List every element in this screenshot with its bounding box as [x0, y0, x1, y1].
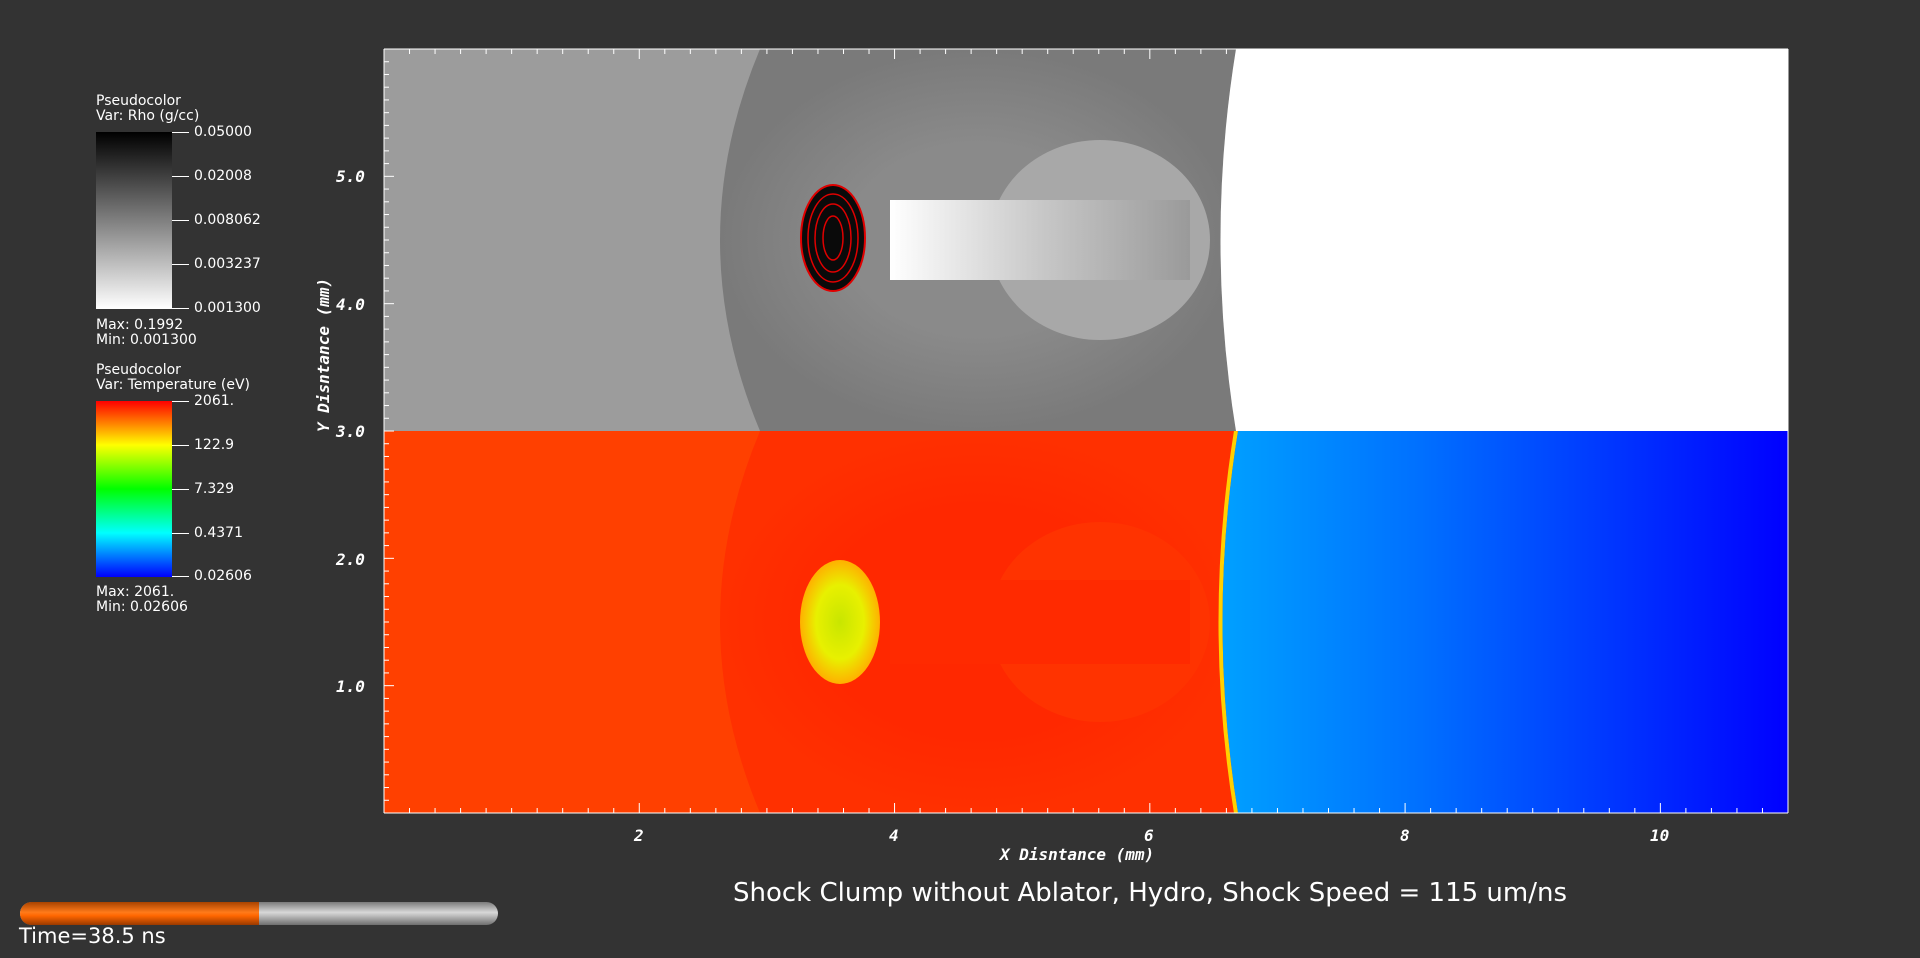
y-tick-label: 3.0 — [336, 422, 365, 441]
time-label: Time=38.5 ns — [19, 924, 166, 948]
y-tick-label: 4.0 — [336, 295, 365, 314]
time-slider[interactable] — [20, 902, 498, 925]
y-tick-label: 5.0 — [336, 167, 365, 186]
plot-title: Shock Clump without Ablator, Hydro, Shoc… — [732, 878, 1568, 908]
x-tick-label: 10 — [1650, 826, 1670, 845]
density-panel — [384, 49, 1788, 431]
x-tick-label: 8 — [1400, 826, 1410, 845]
x-tick-label: 6 — [1144, 826, 1154, 845]
y-axis-title: Y Disntance (mm) — [314, 277, 333, 432]
y-tick-label: 1.0 — [336, 677, 365, 696]
x-axis-title: X Disntance (mm) — [1000, 845, 1155, 864]
x-tick-label: 4 — [889, 826, 899, 845]
time-slider-fill — [20, 902, 259, 925]
pseudocolor-plot[interactable] — [0, 0, 1920, 958]
x-tick-label: 2 — [634, 826, 644, 845]
temperature-panel — [384, 431, 1788, 813]
y-tick-label: 2.0 — [336, 550, 365, 569]
